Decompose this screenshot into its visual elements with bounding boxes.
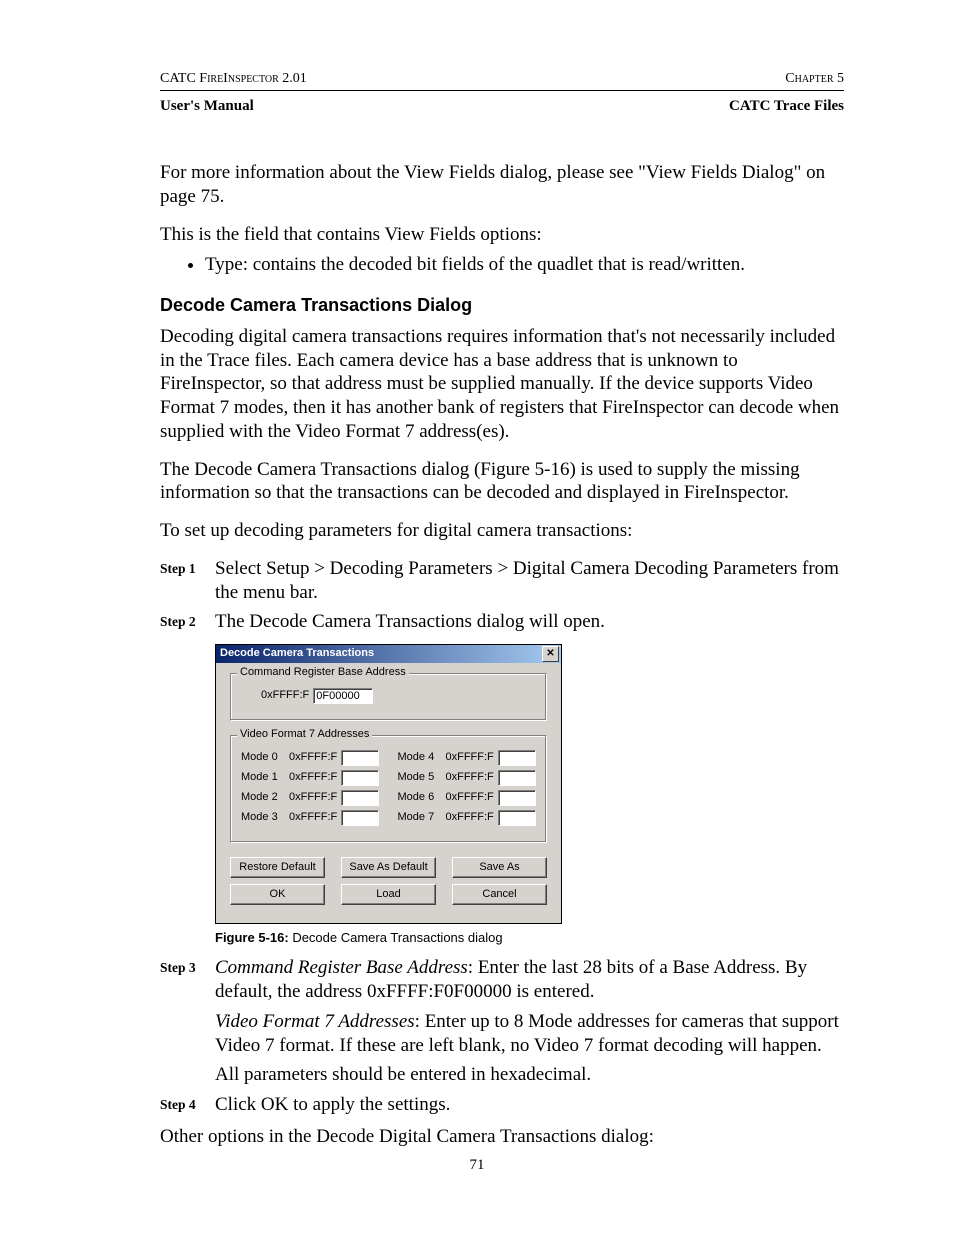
group-command-register-base: Command Register Base Address 0xFFFF:F 0…: [230, 673, 547, 721]
group1-label: Command Register Base Address: [237, 666, 409, 680]
step-1: Step 1 Select Setup > Decoding Parameter…: [160, 557, 844, 605]
mode6-input[interactable]: [498, 790, 536, 806]
step3-line3: All parameters should be entered in hexa…: [215, 1063, 844, 1087]
header-section: CATC Trace Files: [729, 97, 844, 116]
step-4-label: Step 4: [160, 1093, 215, 1114]
mode0-label: Mode 0: [241, 751, 285, 765]
step-4-body: Click OK to apply the settings.: [215, 1093, 844, 1117]
close-icon[interactable]: ✕: [542, 646, 559, 662]
section-heading: Decode Camera Transactions Dialog: [160, 294, 844, 317]
restore-default-button[interactable]: Restore Default: [230, 857, 325, 878]
base-address-prefix: 0xFFFF:F: [261, 689, 309, 703]
save-as-default-button[interactable]: Save As Default: [341, 857, 436, 878]
step-2-label: Step 2: [160, 610, 215, 631]
running-header-top: CATC FireInspector 2.01 Chapter 5: [160, 70, 844, 88]
decode-camera-transactions-dialog: Decode Camera Transactions ✕ Command Reg…: [215, 644, 562, 924]
step3-italic-2: Video Format 7 Addresses: [215, 1011, 415, 1032]
document-page: CATC FireInspector 2.01 Chapter 5 User's…: [0, 0, 954, 1235]
dialog-body: Command Register Base Address 0xFFFF:F 0…: [216, 663, 561, 923]
figure-container: Decode Camera Transactions ✕ Command Reg…: [215, 644, 844, 924]
step-3-body: Command Register Base Address: Enter the…: [215, 956, 844, 1087]
mode2-prefix: 0xFFFF:F: [289, 791, 337, 805]
step-3-label: Step 3: [160, 956, 215, 977]
header-product: CATC FireInspector 2.01: [160, 70, 307, 88]
header-manual: User's Manual: [160, 97, 254, 116]
mode3-input[interactable]: [341, 810, 379, 826]
mode1-input[interactable]: [341, 770, 379, 786]
figure-caption-text: Decode Camera Transactions dialog: [292, 930, 502, 945]
section-paragraph-3: To set up decoding parameters for digita…: [160, 519, 844, 543]
dialog-title: Decode Camera Transactions: [220, 647, 374, 661]
mode5-label: Mode 5: [398, 771, 442, 785]
closing-paragraph: Other options in the Decode Digital Came…: [160, 1125, 844, 1149]
mode2-label: Mode 2: [241, 791, 285, 805]
intro-bullet-1: Type: contains the decoded bit fields of…: [205, 253, 844, 277]
header-chapter: Chapter 5: [785, 70, 844, 88]
cancel-button[interactable]: Cancel: [452, 884, 547, 905]
mode7-input[interactable]: [498, 810, 536, 826]
mode4-label: Mode 4: [398, 751, 442, 765]
mode7-label: Mode 7: [398, 811, 442, 825]
group2-label: Video Format 7 Addresses: [237, 728, 372, 742]
dialog-titlebar: Decode Camera Transactions ✕: [216, 645, 561, 663]
figure-caption: Figure 5-16: Decode Camera Transactions …: [215, 930, 844, 946]
mode1-prefix: 0xFFFF:F: [289, 771, 337, 785]
page-number: 71: [0, 1156, 954, 1175]
mode5-input[interactable]: [498, 770, 536, 786]
base-address-input[interactable]: 0F00000: [313, 688, 373, 704]
mode6-prefix: 0xFFFF:F: [446, 791, 494, 805]
intro-bullets: Type: contains the decoded bit fields of…: [160, 253, 844, 277]
mode1-label: Mode 1: [241, 771, 285, 785]
mode3-label: Mode 3: [241, 811, 285, 825]
step-2-body: The Decode Camera Transactions dialog wi…: [215, 610, 844, 634]
mode2-input[interactable]: [341, 790, 379, 806]
running-header-bottom: User's Manual CATC Trace Files: [160, 97, 844, 116]
mode5-prefix: 0xFFFF:F: [446, 771, 494, 785]
mode3-prefix: 0xFFFF:F: [289, 811, 337, 825]
intro-paragraph-2: This is the field that contains View Fie…: [160, 223, 844, 247]
mode7-prefix: 0xFFFF:F: [446, 811, 494, 825]
header-divider: [160, 90, 844, 91]
step-2: Step 2 The Decode Camera Transactions di…: [160, 610, 844, 634]
save-as-button[interactable]: Save As: [452, 857, 547, 878]
mode6-label: Mode 6: [398, 791, 442, 805]
ok-button[interactable]: OK: [230, 884, 325, 905]
mode0-input[interactable]: [341, 750, 379, 766]
group-video-format-7: Video Format 7 Addresses Mode 00xFFFF:F …: [230, 735, 547, 843]
section-paragraph-2: The Decode Camera Transactions dialog (F…: [160, 458, 844, 506]
intro-paragraph-1: For more information about the View Fiel…: [160, 161, 844, 209]
mode4-input[interactable]: [498, 750, 536, 766]
section-paragraph-1: Decoding digital camera transactions req…: [160, 325, 844, 444]
step-3: Step 3 Command Register Base Address: En…: [160, 956, 844, 1087]
step3-italic-1: Command Register Base Address: [215, 957, 468, 978]
figure-number: Figure 5-16:: [215, 930, 289, 945]
mode0-prefix: 0xFFFF:F: [289, 751, 337, 765]
step-4: Step 4 Click OK to apply the settings.: [160, 1093, 844, 1117]
load-button[interactable]: Load: [341, 884, 436, 905]
step-1-body: Select Setup > Decoding Parameters > Dig…: [215, 557, 844, 605]
step-1-label: Step 1: [160, 557, 215, 578]
mode4-prefix: 0xFFFF:F: [446, 751, 494, 765]
